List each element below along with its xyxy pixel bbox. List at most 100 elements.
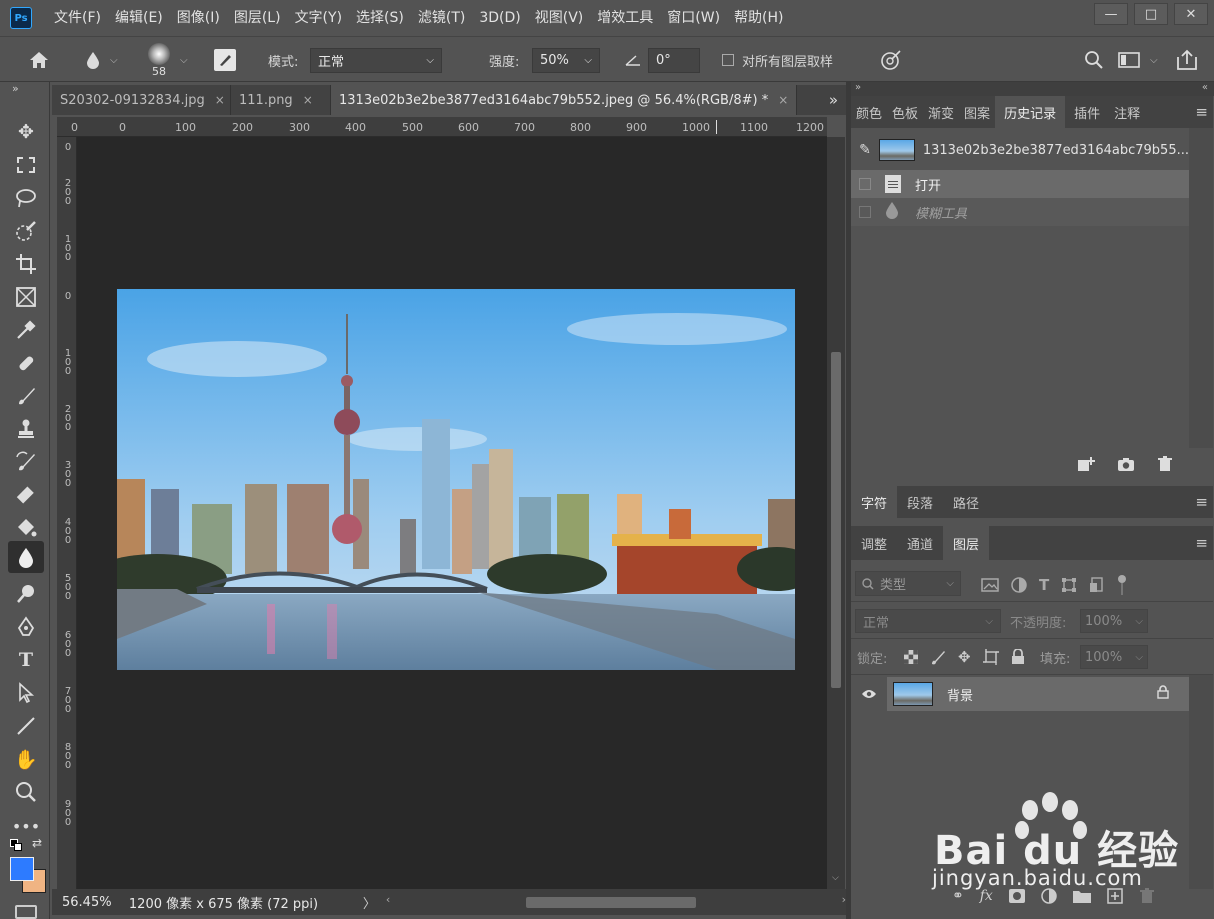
lasso-tool-icon[interactable] bbox=[12, 184, 40, 212]
lock-image-pixels-icon[interactable] bbox=[930, 649, 946, 665]
expand-icon[interactable]: « bbox=[1202, 82, 1208, 93]
folder-icon[interactable] bbox=[1072, 889, 1091, 903]
hand-tool-icon[interactable]: ✋ bbox=[12, 745, 40, 773]
new-layer-icon[interactable] bbox=[1107, 888, 1123, 904]
vertical-scrollbar[interactable]: ⌵ bbox=[827, 137, 845, 889]
tab-color[interactable]: 颜色 bbox=[851, 96, 887, 128]
scrollbar-thumb[interactable] bbox=[525, 897, 696, 908]
add-mask-icon[interactable] bbox=[1008, 889, 1025, 903]
link-layers-icon[interactable]: ⚭ bbox=[952, 888, 964, 904]
menu-select[interactable]: 选择(S) bbox=[349, 0, 411, 36]
tab-channels[interactable]: 通道 bbox=[897, 526, 943, 560]
menu-window[interactable]: 窗口(W) bbox=[660, 0, 727, 36]
menu-image[interactable]: 图像(I) bbox=[170, 0, 227, 36]
path-select-tool-icon[interactable] bbox=[12, 679, 40, 707]
layer-name[interactable]: 背景 bbox=[947, 685, 973, 704]
status-arrow-icon[interactable]: 〉 bbox=[363, 893, 376, 912]
swap-colors-icon[interactable]: ⇄ bbox=[32, 836, 42, 850]
foreground-color-swatch[interactable] bbox=[10, 857, 34, 881]
horizontal-scrollbar[interactable]: ‹ › bbox=[386, 893, 846, 909]
blur-tool-preset-icon[interactable]: ⌵ bbox=[84, 37, 118, 83]
dodge-tool-icon[interactable] bbox=[12, 580, 40, 608]
history-snapshot[interactable]: ✎ 1313e02b3e2be3877ed3164abc79b55... bbox=[851, 136, 1189, 164]
search-icon[interactable] bbox=[1084, 37, 1104, 83]
mode-select[interactable]: 正常 ⌵ bbox=[310, 47, 442, 73]
filter-toggle-icon[interactable] bbox=[1117, 574, 1127, 596]
history-brush-source-checkbox[interactable] bbox=[859, 178, 871, 190]
menu-plugins[interactable]: 增效工具 bbox=[590, 0, 660, 36]
tab-swatches[interactable]: 色板 bbox=[887, 96, 923, 128]
menu-filter[interactable]: 滤镜(T) bbox=[411, 0, 472, 36]
history-item[interactable]: 模糊工具 bbox=[851, 198, 1189, 226]
lock-position-icon[interactable]: ✥ bbox=[958, 648, 971, 666]
tab-history[interactable]: 历史记录 bbox=[995, 96, 1066, 128]
stamp-tool-icon[interactable] bbox=[12, 415, 40, 443]
smart-object-filter-icon[interactable] bbox=[1089, 577, 1105, 593]
eraser-tool-icon[interactable] bbox=[12, 481, 40, 509]
tab-layers[interactable]: 图层 bbox=[943, 526, 990, 560]
tab-document-3[interactable]: 1313e02b3e2be3877ed3164abc79b552.jpeg @ … bbox=[331, 85, 797, 115]
adjustment-layer-filter-icon[interactable] bbox=[1011, 577, 1027, 593]
angle-input[interactable]: 0° bbox=[648, 47, 700, 73]
close-button[interactable]: ✕ bbox=[1174, 3, 1208, 25]
tab-notes[interactable]: 注释 bbox=[1109, 96, 1145, 128]
tabs-overflow-icon[interactable]: » bbox=[821, 85, 846, 115]
pressure-icon[interactable] bbox=[880, 37, 902, 83]
move-tool-icon[interactable]: ✥ bbox=[12, 118, 40, 146]
menu-edit[interactable]: 编辑(E) bbox=[108, 0, 170, 36]
document-info[interactable]: 1200 像素 x 675 像素 (72 ppi) bbox=[113, 893, 363, 912]
menu-type[interactable]: 文字(Y) bbox=[288, 0, 349, 36]
trash-icon[interactable] bbox=[1139, 888, 1155, 904]
history-brush-source-icon[interactable]: ✎ bbox=[851, 142, 879, 158]
healing-brush-tool-icon[interactable] bbox=[12, 349, 40, 377]
history-brush-source-checkbox[interactable] bbox=[859, 206, 871, 218]
lock-all-icon[interactable] bbox=[1011, 649, 1025, 665]
tab-document-1[interactable]: S20302-09132834.jpg × bbox=[52, 85, 231, 115]
lock-transparent-pixels-icon[interactable] bbox=[904, 650, 918, 664]
collapse-icon[interactable]: » bbox=[12, 82, 19, 95]
quick-mask-icon[interactable] bbox=[15, 905, 37, 919]
tab-paragraph[interactable]: 段落 bbox=[897, 486, 943, 518]
chevron-down-icon[interactable]: ⌵ bbox=[180, 37, 188, 83]
adjustment-layer-icon[interactable] bbox=[1041, 888, 1057, 904]
type-tool-icon[interactable]: T bbox=[12, 646, 40, 674]
quick-select-tool-icon[interactable] bbox=[12, 217, 40, 245]
tab-document-2[interactable]: 111.png × bbox=[231, 85, 331, 115]
fill-input[interactable]: 100% ⌵ bbox=[1080, 645, 1148, 669]
menu-file[interactable]: 文件(F) bbox=[47, 0, 108, 36]
default-colors-icon[interactable] bbox=[10, 839, 22, 851]
pen-tool-icon[interactable] bbox=[12, 613, 40, 641]
brush-size-picker[interactable]: 58 bbox=[148, 37, 170, 83]
panel-menu-icon[interactable]: ≡ bbox=[1190, 96, 1213, 128]
tab-adjustments[interactable]: 调整 bbox=[851, 526, 897, 560]
scroll-left-icon[interactable]: ‹ bbox=[386, 893, 390, 906]
eye-icon[interactable] bbox=[851, 689, 887, 699]
panel-menu-icon[interactable]: ≡ bbox=[1190, 486, 1213, 518]
trash-icon[interactable] bbox=[1157, 456, 1173, 472]
minimize-button[interactable]: — bbox=[1094, 3, 1128, 25]
history-item[interactable]: 打开 bbox=[851, 170, 1189, 198]
brush-settings-icon[interactable] bbox=[214, 37, 236, 83]
menu-3d[interactable]: 3D(D) bbox=[472, 0, 527, 36]
tab-paths[interactable]: 路径 bbox=[943, 486, 989, 518]
opacity-input[interactable]: 100% ⌵ bbox=[1080, 609, 1148, 633]
tab-gradients[interactable]: 渐变 bbox=[923, 96, 959, 128]
zoom-level[interactable]: 56.45% bbox=[52, 895, 113, 910]
sample-all-checkbox[interactable] bbox=[722, 54, 734, 66]
shape-layer-filter-icon[interactable] bbox=[1061, 577, 1077, 593]
pixel-layer-filter-icon[interactable] bbox=[981, 577, 999, 593]
menu-help[interactable]: 帮助(H) bbox=[727, 0, 790, 36]
zoom-tool-icon[interactable] bbox=[12, 778, 40, 806]
history-scrollbar[interactable] bbox=[1189, 128, 1213, 448]
crop-tool-icon[interactable] bbox=[12, 250, 40, 278]
marquee-tool-icon[interactable] bbox=[12, 151, 40, 179]
new-document-from-state-icon[interactable] bbox=[1077, 456, 1095, 472]
close-icon[interactable]: × bbox=[303, 93, 313, 107]
brush-tool-icon[interactable] bbox=[12, 382, 40, 410]
blend-mode-select[interactable]: 正常 ⌵ bbox=[855, 609, 1001, 633]
document-image[interactable] bbox=[117, 289, 795, 670]
tab-plugins[interactable]: 插件 bbox=[1065, 96, 1109, 128]
layer-style-icon[interactable]: fx bbox=[980, 888, 993, 904]
camera-icon[interactable] bbox=[1117, 456, 1135, 472]
share-icon[interactable] bbox=[1176, 37, 1198, 83]
